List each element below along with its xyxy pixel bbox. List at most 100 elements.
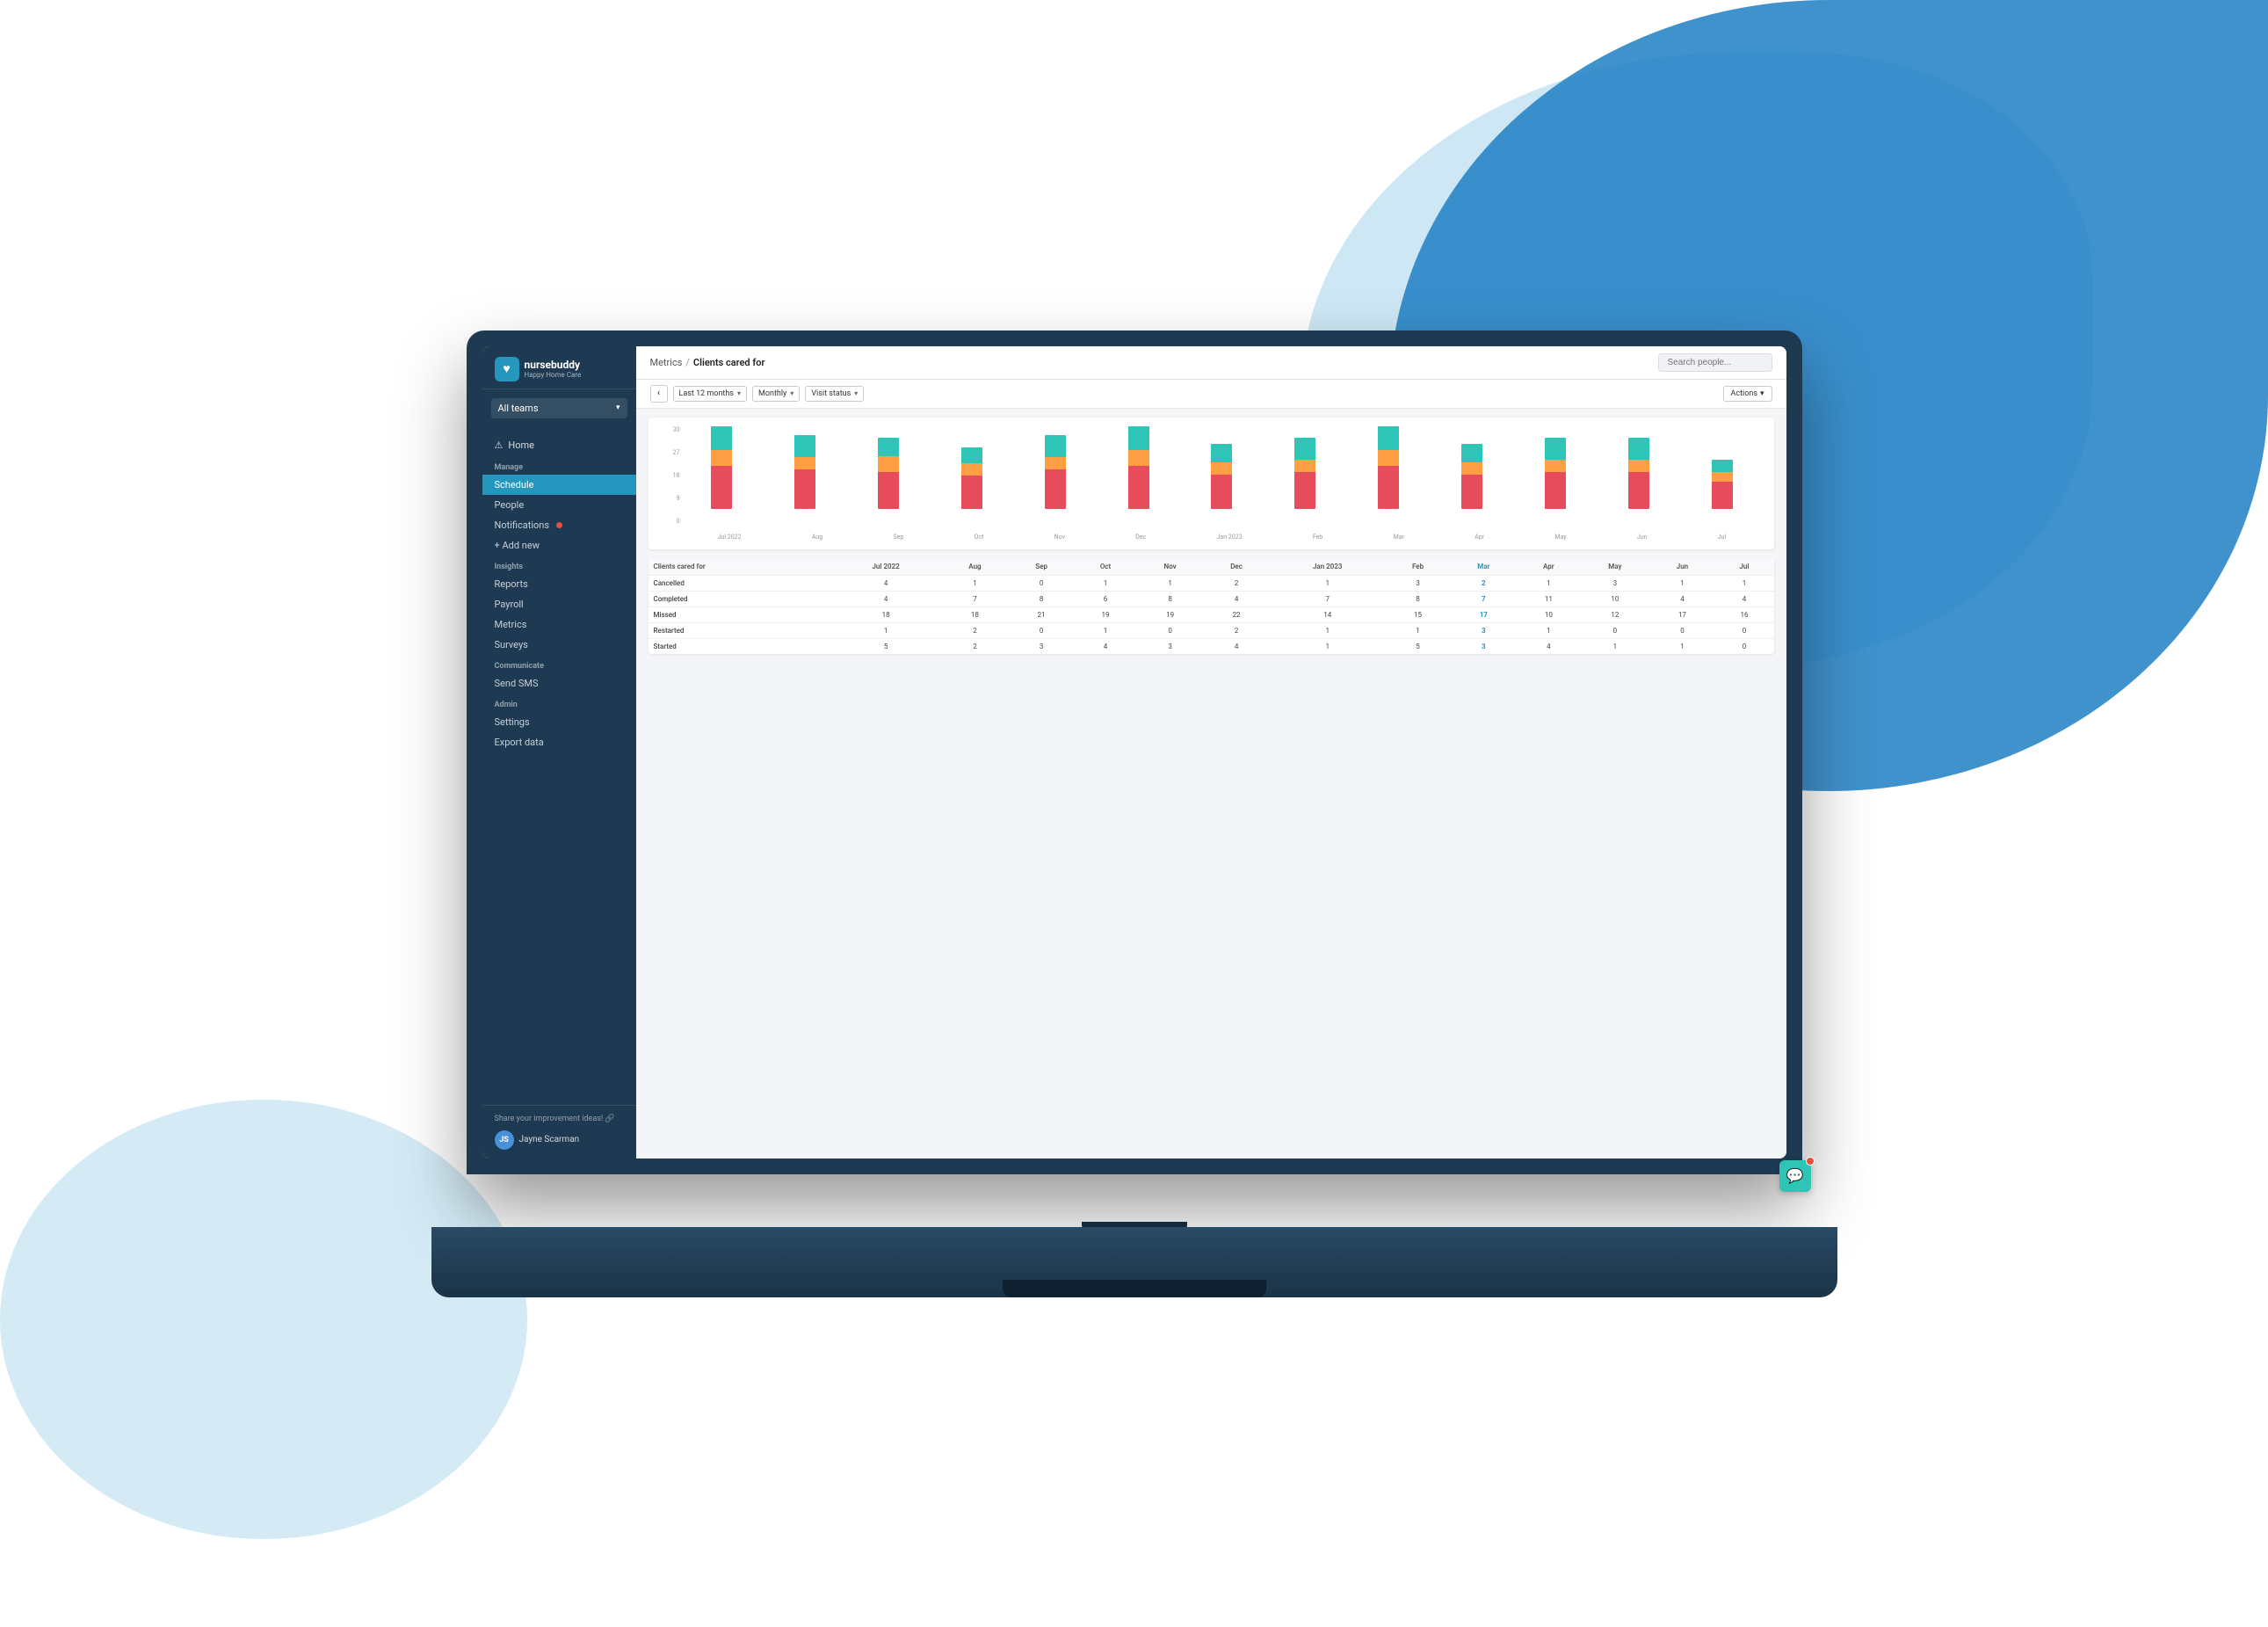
search-input[interactable] [1658, 353, 1772, 372]
table-row: Completed478684787111044 [649, 591, 1774, 606]
bar-group [683, 426, 762, 509]
chevron-down-icon: ▾ [737, 389, 741, 397]
table-cell-value: 19 [1075, 606, 1137, 622]
x-label: May [1554, 534, 1566, 541]
sidebar-item-home[interactable]: ⚠ Home [482, 434, 636, 456]
period-label: Last 12 months [679, 389, 734, 398]
avatar: JS [495, 1130, 514, 1150]
sidebar-item-settings[interactable]: Settings [482, 712, 636, 732]
table-cell-value: 17 [1649, 606, 1714, 622]
table-cell-value: 3 [1009, 638, 1075, 654]
y-label: 18 [661, 472, 680, 479]
y-label: 0 [661, 518, 680, 525]
sidebar-item-surveys[interactable]: Surveys [482, 635, 636, 655]
chevron-down-icon: ▾ [1760, 389, 1764, 398]
bar-stack [961, 447, 982, 509]
bar-segment-red [711, 466, 732, 508]
sidebar-item-people[interactable]: People [482, 495, 636, 515]
table-cell-label: Cancelled [649, 575, 831, 591]
table-cell-value: 8 [1137, 591, 1204, 606]
frequency-select[interactable]: Monthly ▾ [752, 386, 800, 402]
notification-badge [556, 522, 562, 528]
chart-container: 30271890 Jul 2022AugSepOctNovDecJan 2023… [649, 418, 1774, 549]
table-cell-value: 1 [1580, 638, 1649, 654]
bar-stack [1378, 426, 1399, 509]
table-cell-value: 19 [1137, 606, 1204, 622]
x-label: Feb [1313, 534, 1322, 541]
sidebar-item-reports[interactable]: Reports [482, 574, 636, 594]
laptop-wrapper: ♥ nursebuddy Happy Home Care All teams ▾… [431, 330, 1837, 1297]
frequency-label: Monthly [758, 389, 786, 398]
bar-group [1265, 426, 1344, 509]
main-content: Metrics / Clients cared for ‹ Last 12 mo… [636, 346, 1786, 1159]
bar-segment-red [1294, 472, 1315, 509]
table-cell-value: 4 [1204, 638, 1270, 654]
table-cell-label: Completed [649, 591, 831, 606]
breadcrumb-parent: Metrics [650, 357, 683, 368]
sidebar: ♥ nursebuddy Happy Home Care All teams ▾… [482, 346, 636, 1159]
table-cell-value: 17 [1450, 606, 1517, 622]
table-cell-value: 18 [941, 606, 1009, 622]
bar-stack [878, 438, 899, 509]
table-cell-value: 0 [1714, 622, 1773, 638]
table-row: Restarted1201021131000 [649, 622, 1774, 638]
filter-bar: ‹ Last 12 months ▾ Monthly ▾ Visit statu… [636, 380, 1786, 409]
table-cell-value: 7 [1269, 591, 1386, 606]
floating-chat-button[interactable]: 💬 [1779, 1160, 1811, 1192]
chat-badge [1806, 1157, 1815, 1166]
bar-segment-orange [711, 450, 732, 466]
sidebar-item-metrics[interactable]: Metrics [482, 614, 636, 635]
table-col-header: Apr [1518, 558, 1581, 576]
table-cell-value: 1 [830, 622, 941, 638]
metrics-label: Metrics [495, 619, 527, 630]
bar-segment-orange [1211, 462, 1232, 475]
table-col-header: Aug [941, 558, 1009, 576]
payroll-label: Payroll [495, 599, 524, 610]
table-cell-label: Restarted [649, 622, 831, 638]
x-label: Jul 2022 [718, 534, 742, 541]
user-profile: JS Jayne Scarman [495, 1130, 624, 1150]
x-label: Jan 2023 [1217, 534, 1243, 541]
x-label: Apr [1475, 534, 1484, 541]
table-col-header: Dec [1204, 558, 1270, 576]
table-cell-value: 21 [1009, 606, 1075, 622]
share-ideas[interactable]: Share your improvement ideas! 🔗 [495, 1115, 624, 1123]
bar-segment-orange [1378, 450, 1399, 466]
bar-stack [1461, 444, 1482, 509]
notifications-label: Notifications [495, 519, 550, 531]
bar-segment-teal [1128, 426, 1149, 451]
period-select[interactable]: Last 12 months ▾ [673, 386, 747, 402]
table-row: Missed18182119192214151710121716 [649, 606, 1774, 622]
sidebar-item-export-data[interactable]: Export data [482, 732, 636, 752]
sidebar-item-send-sms[interactable]: Send SMS [482, 673, 636, 694]
logo-icon: ♥ [495, 357, 519, 381]
table-cell-value: 2 [1450, 575, 1517, 591]
user-name: Jayne Scarman [519, 1135, 580, 1144]
section-title-admin: Admin [482, 694, 636, 712]
prev-period-button[interactable]: ‹ [650, 385, 668, 403]
table-cell-value: 3 [1137, 638, 1204, 654]
x-label: Oct [975, 534, 984, 541]
laptop-base [431, 1227, 1837, 1297]
table-col-header: Jul 2022 [830, 558, 941, 576]
table-cell-value: 4 [830, 575, 941, 591]
team-selector[interactable]: All teams ▾ [491, 398, 627, 418]
table-cell-value: 1 [1075, 575, 1137, 591]
table-cell-value: 1 [1137, 575, 1204, 591]
visit-status-select[interactable]: Visit status ▾ [805, 386, 864, 402]
y-label: 30 [661, 426, 680, 433]
sidebar-item-notifications[interactable]: Notifications [482, 515, 636, 535]
table-cell-value: 7 [941, 591, 1009, 606]
bar-stack [1712, 460, 1733, 509]
table-cell-value: 5 [1386, 638, 1450, 654]
table-cell-value: 0 [1009, 622, 1075, 638]
table-cell-label: Missed [649, 606, 831, 622]
bar-segment-teal [961, 447, 982, 463]
home-label: Home [508, 439, 534, 451]
sidebar-item-payroll[interactable]: Payroll [482, 594, 636, 614]
table-cell-value: 2 [941, 638, 1009, 654]
sidebar-item-schedule[interactable]: Schedule [482, 475, 636, 495]
actions-button[interactable]: Actions ▾ [1723, 386, 1772, 402]
sidebar-item-add-new[interactable]: + Add new [482, 535, 636, 556]
table-col-header: Jan 2023 [1269, 558, 1386, 576]
